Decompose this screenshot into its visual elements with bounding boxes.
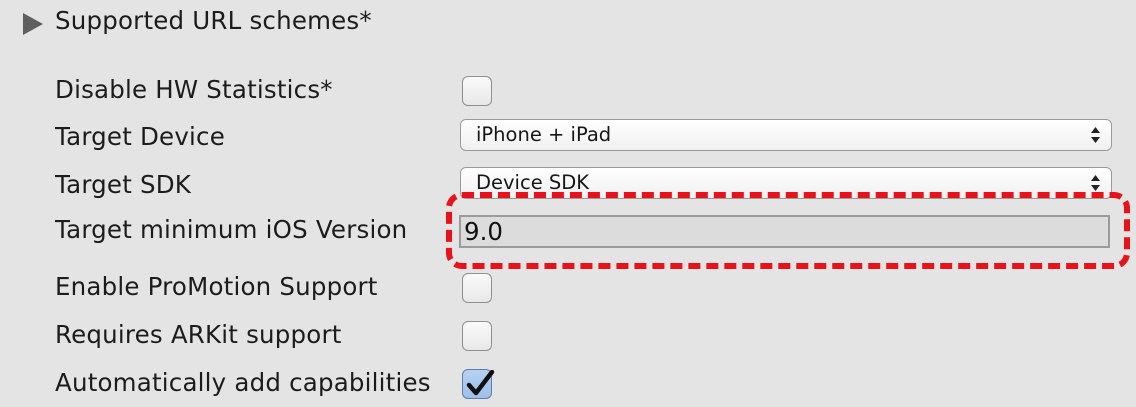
requires-arkit-checkbox[interactable] (462, 321, 492, 351)
target-device-row: Target Device iPhone + iPad (0, 116, 1136, 158)
target-sdk-value: Device SDK (476, 171, 590, 194)
target-min-ios-label: Target minimum iOS Version (55, 215, 408, 244)
target-sdk-dropdown[interactable]: Device SDK (460, 167, 1112, 199)
enable-promotion-row: Enable ProMotion Support (0, 266, 1136, 308)
target-min-ios-input[interactable]: 9.0 (459, 215, 1110, 248)
updown-arrows-icon (1091, 127, 1100, 143)
auto-capabilities-checkbox[interactable] (462, 369, 495, 399)
auto-capabilities-label: Automatically add capabilities (55, 368, 431, 397)
target-device-dropdown[interactable]: iPhone + iPad (460, 119, 1112, 151)
disable-hw-statistics-checkbox[interactable] (462, 76, 492, 106)
target-sdk-row: Target SDK Device SDK (0, 164, 1136, 206)
target-device-label: Target Device (55, 122, 225, 151)
enable-promotion-checkbox[interactable] (462, 273, 492, 303)
checkmark-icon (466, 370, 495, 396)
supported-url-schemes-label: Supported URL schemes* (55, 6, 372, 35)
requires-arkit-label: Requires ARKit support (55, 320, 342, 349)
disable-hw-statistics-label: Disable HW Statistics* (55, 75, 333, 104)
target-sdk-label: Target SDK (55, 170, 192, 199)
requires-arkit-row: Requires ARKit support (0, 314, 1136, 356)
target-device-value: iPhone + iPad (476, 123, 612, 146)
enable-promotion-label: Enable ProMotion Support (55, 272, 378, 301)
updown-arrows-icon (1091, 175, 1100, 191)
auto-capabilities-row: Automatically add capabilities (0, 362, 1136, 404)
triangle-right-icon[interactable] (23, 13, 43, 35)
target-min-ios-row: Target minimum iOS Version 9.0 (0, 209, 1136, 251)
target-min-ios-value: 9.0 (464, 217, 503, 246)
disable-hw-statistics-row: Disable HW Statistics* (0, 69, 1136, 111)
supported-url-schemes-row[interactable]: Supported URL schemes* (0, 0, 1136, 42)
